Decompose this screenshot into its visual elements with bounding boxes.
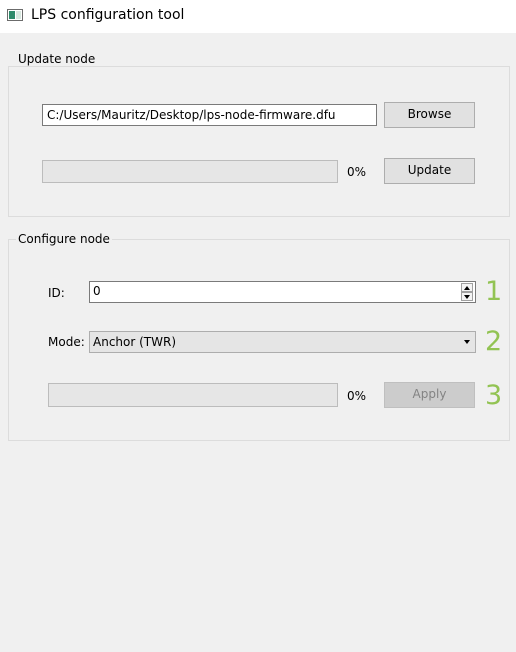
mode-dropdown[interactable]: Anchor (TWR) xyxy=(89,331,476,353)
id-label: ID: xyxy=(48,286,65,300)
browse-button[interactable]: Browse xyxy=(384,102,475,128)
apply-button[interactable]: Apply xyxy=(384,382,475,408)
mode-value: Anchor (TWR) xyxy=(93,335,177,349)
update-node-group-title: Update node xyxy=(16,52,98,66)
mode-label: Mode: xyxy=(48,335,85,349)
up-arrow-icon xyxy=(464,286,470,290)
id-increment-button[interactable] xyxy=(461,283,473,292)
annotation-1: 1 xyxy=(485,276,503,307)
configure-progress-text: 0% xyxy=(347,389,367,403)
id-value: 0 xyxy=(93,284,101,298)
configure-node-group-title: Configure node xyxy=(16,232,112,246)
update-node-group xyxy=(8,66,510,217)
annotation-3: 3 xyxy=(485,380,503,411)
update-button[interactable]: Update xyxy=(384,158,475,184)
chevron-down-icon xyxy=(464,340,470,344)
down-arrow-icon xyxy=(464,295,470,299)
update-progress-text: 0% xyxy=(347,165,367,179)
window-title: LPS configuration tool xyxy=(31,7,185,23)
firmware-file-path-field[interactable]: C:/Users/Mauritz/Desktop/lps-node-firmwa… xyxy=(42,104,377,126)
update-progress-bar xyxy=(42,160,338,183)
annotation-2: 2 xyxy=(485,326,503,357)
title-bar: LPS configuration tool xyxy=(0,0,516,33)
id-spinbox[interactable]: 0 xyxy=(89,281,476,303)
app-window-icon xyxy=(7,9,23,21)
id-decrement-button[interactable] xyxy=(461,292,473,301)
configure-progress-bar xyxy=(48,383,338,407)
